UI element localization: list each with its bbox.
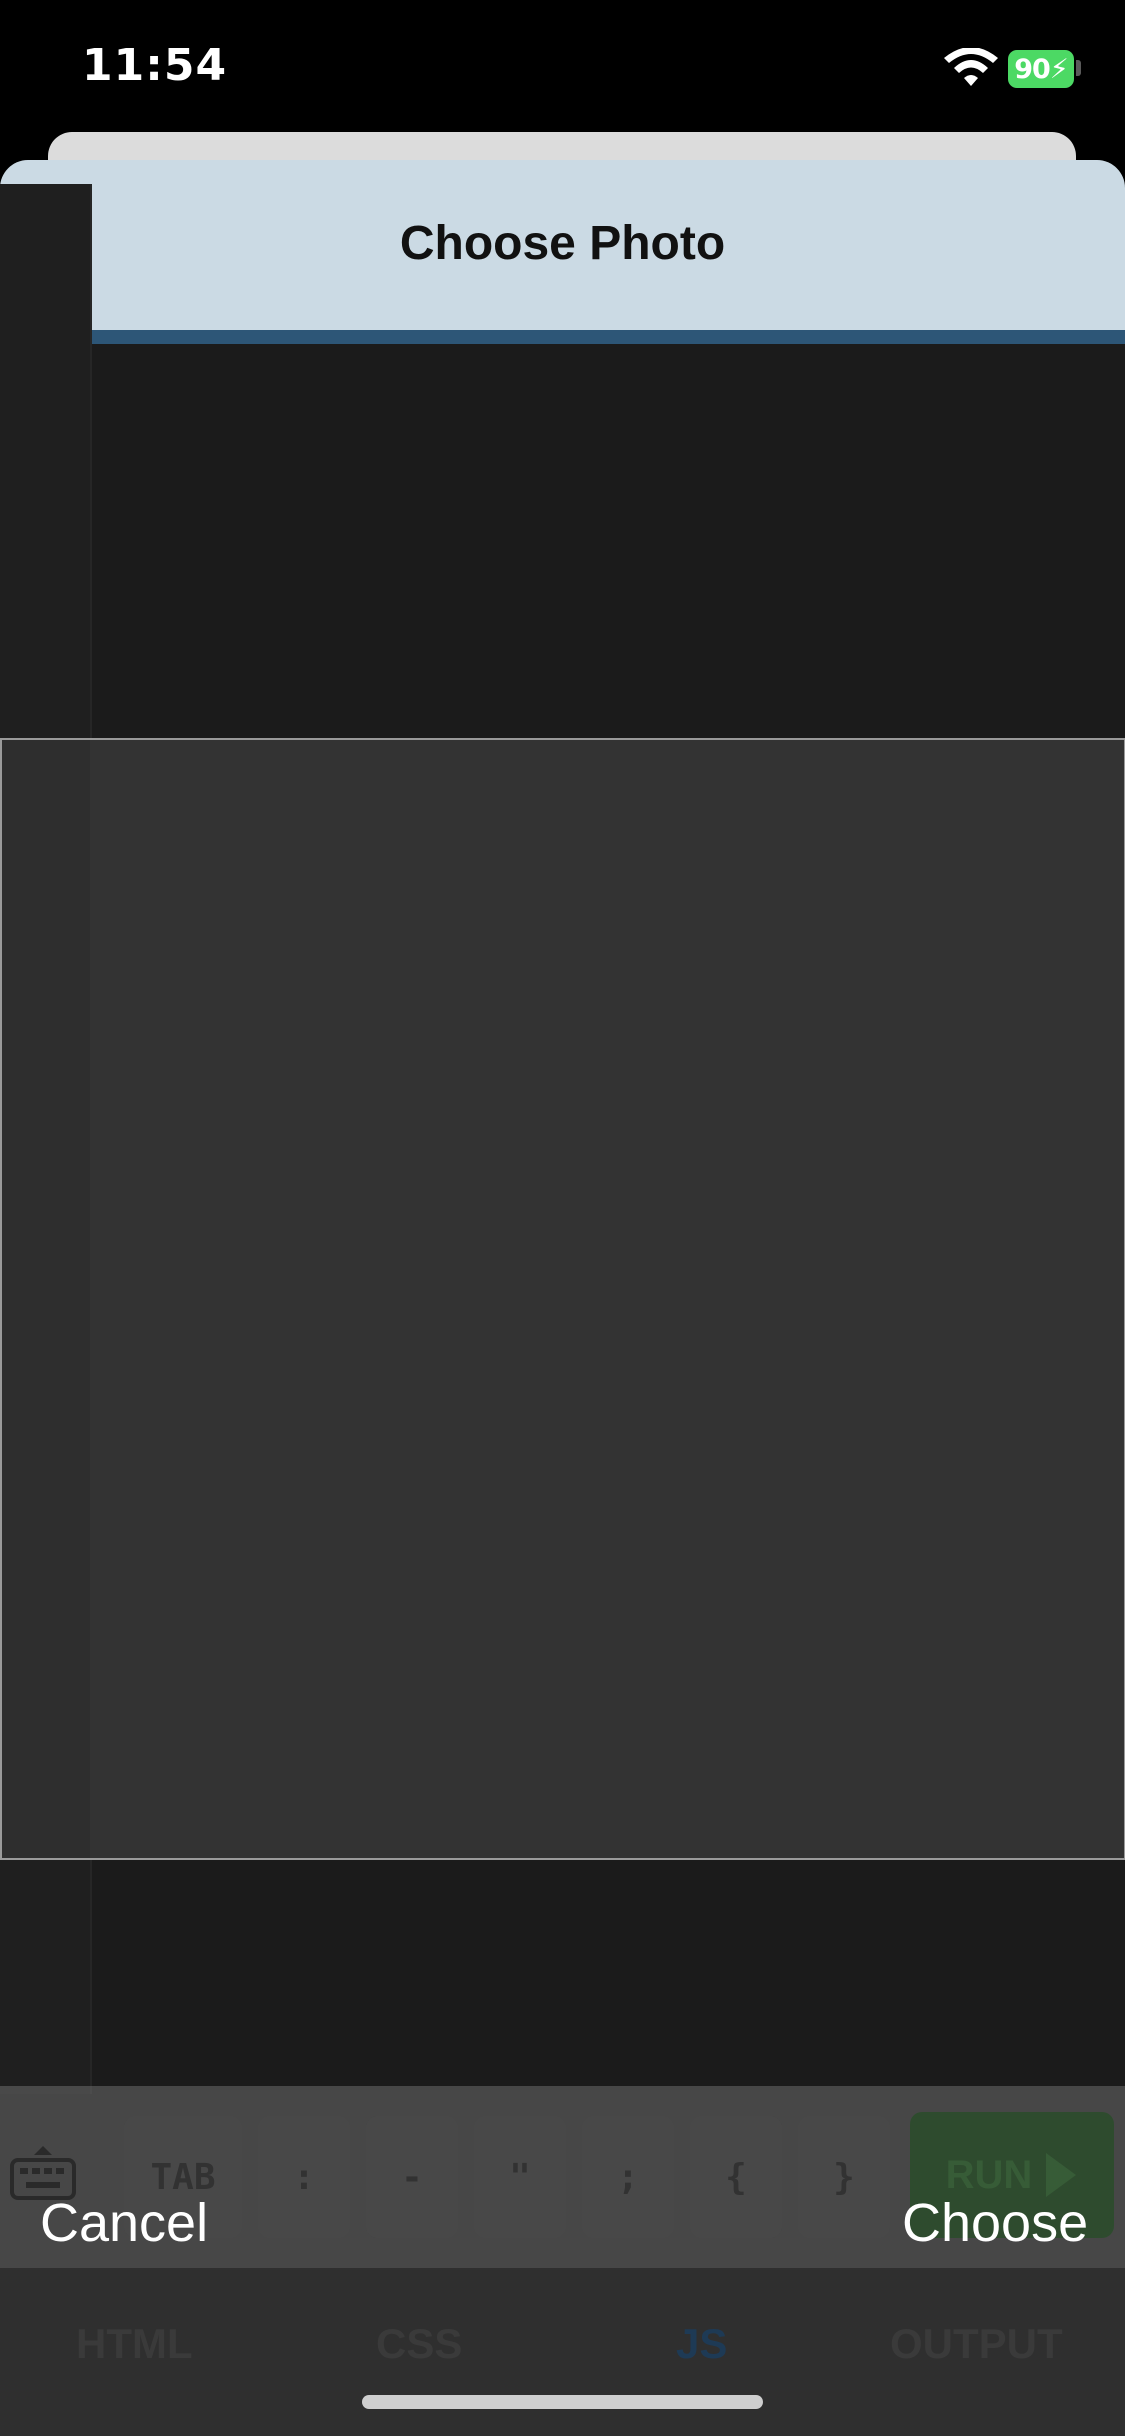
crop-area[interactable] (0, 738, 1125, 1860)
header-divider (0, 330, 1125, 344)
status-time: 11:54 (82, 40, 228, 91)
battery-nub (1076, 60, 1081, 76)
tab-css[interactable]: CSS (376, 2320, 462, 2368)
key-close-brace[interactable]: } (798, 2116, 890, 2238)
tab-js[interactable]: JS (676, 2320, 727, 2368)
tab-html[interactable]: HTML (76, 2320, 193, 2368)
battery-percent: 90 (1014, 53, 1051, 85)
key-semicolon[interactable]: ; (582, 2116, 674, 2238)
home-indicator[interactable] (362, 2395, 763, 2409)
choose-button[interactable]: Choose (902, 2192, 1088, 2254)
sheet-header: Choose Photo (0, 160, 1125, 332)
sheet-title: Choose Photo (399, 217, 726, 270)
battery-indicator: 90 ⚡ (1008, 50, 1074, 88)
crop-gutter (2, 740, 90, 1858)
wifi-icon (944, 48, 998, 86)
key-dash[interactable]: - (366, 2116, 458, 2238)
cancel-button[interactable]: Cancel (40, 2192, 208, 2254)
photo-picker-screen: 11:54 90 ⚡ Choose Photo TAB : - " ; { } (0, 0, 1125, 2436)
run-label: RUN (945, 2152, 1033, 2197)
key-open-brace[interactable]: { (690, 2116, 782, 2238)
key-colon[interactable]: : (258, 2116, 350, 2238)
charging-bolt-icon: ⚡ (1049, 53, 1069, 85)
tab-output[interactable]: OUTPUT (890, 2320, 1063, 2368)
key-quote[interactable]: " (474, 2116, 566, 2238)
